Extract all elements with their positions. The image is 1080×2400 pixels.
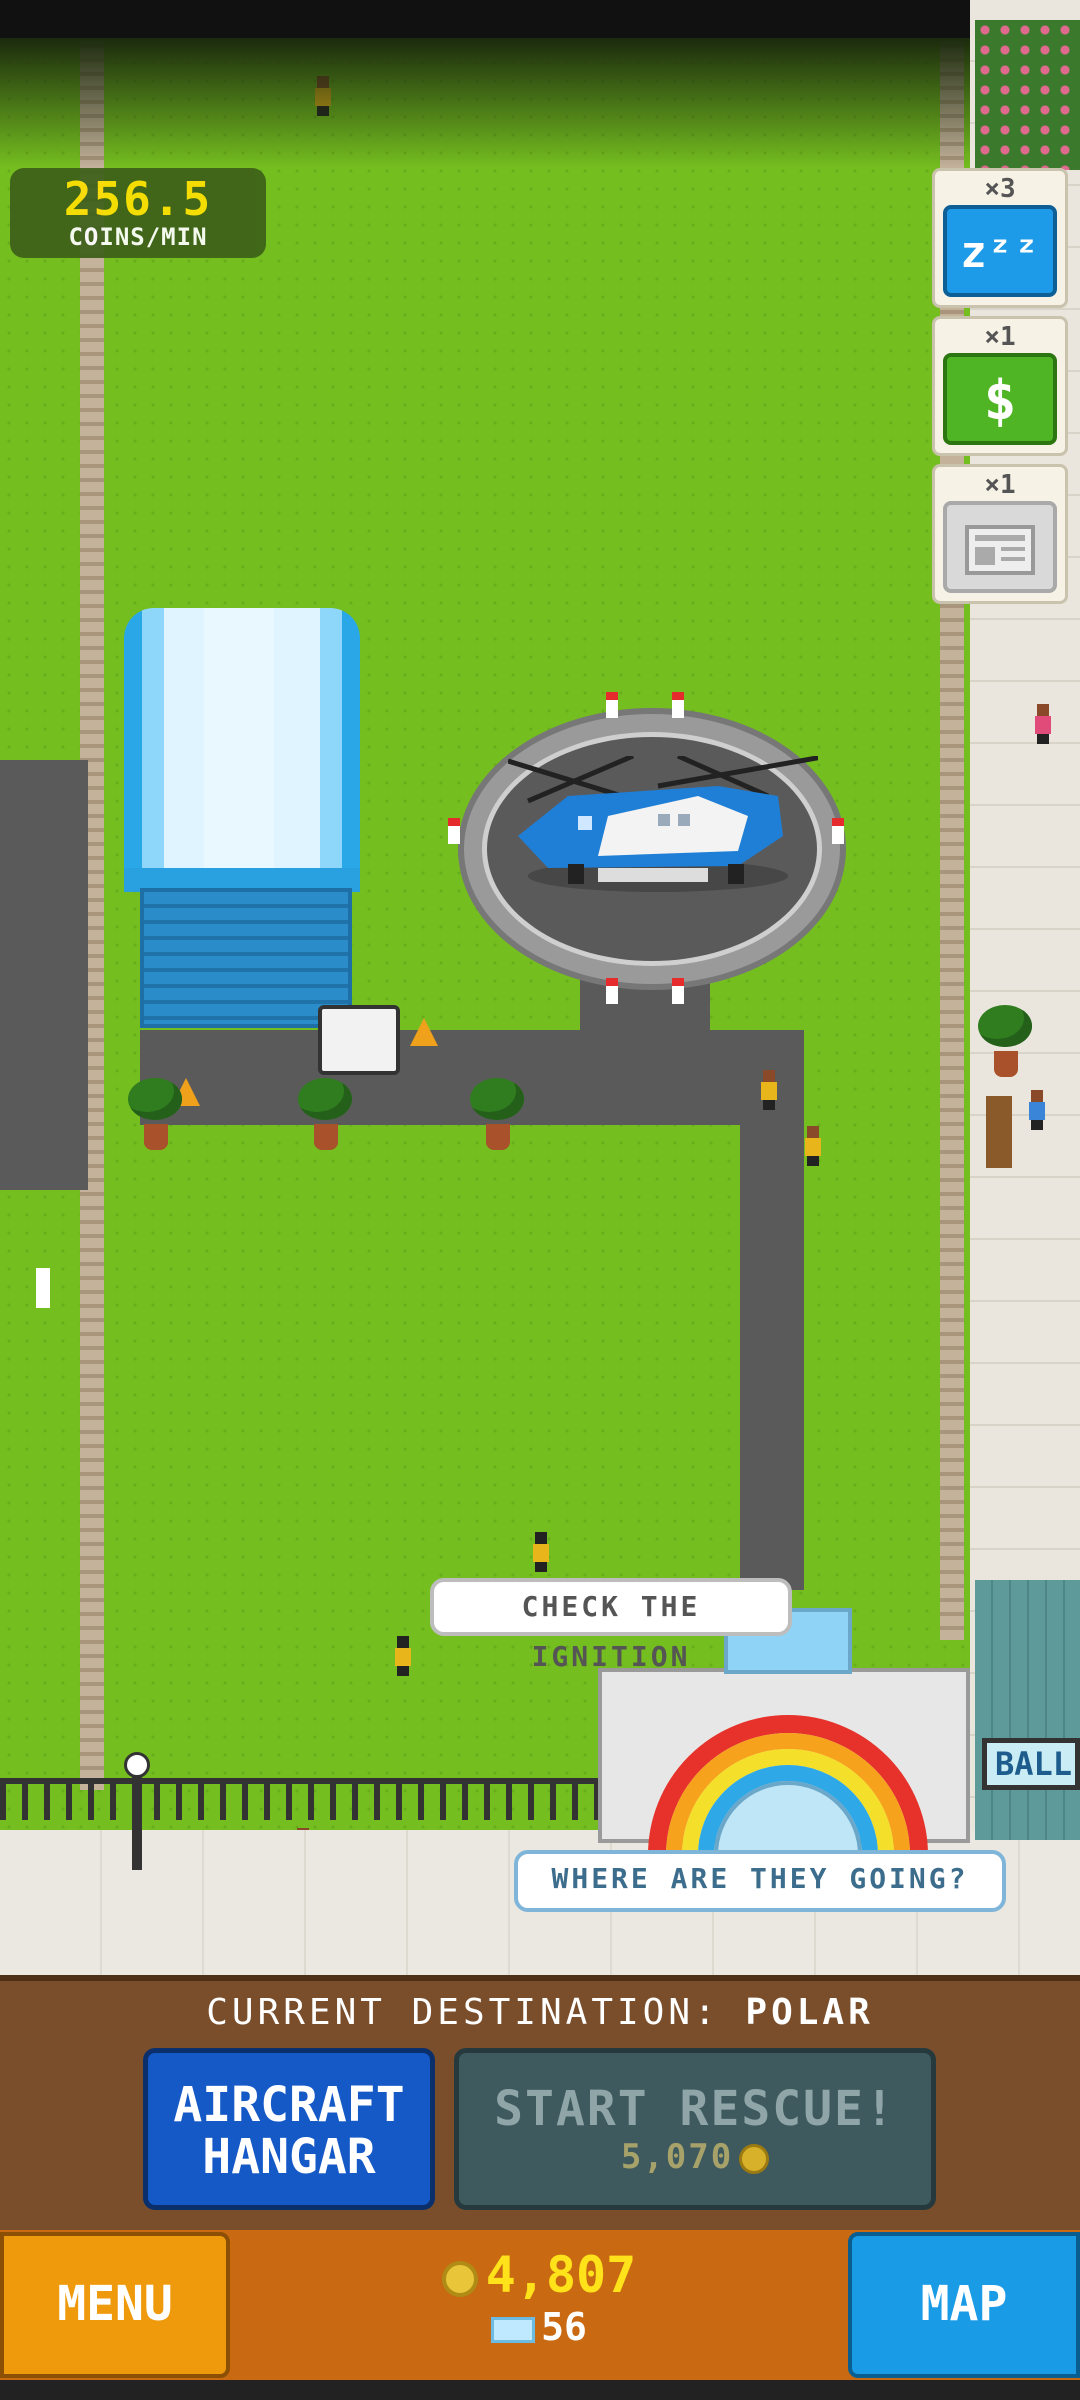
boost-count: ×1 [984,322,1016,352]
potted-tree [298,1078,352,1158]
sleep-icon[interactable]: zᶻᶻ [943,205,1057,297]
pad-light [832,818,844,844]
lamp-light [124,1752,150,1778]
helicopter[interactable] [508,756,818,906]
traffic-cone [410,1018,438,1046]
hangar-button-line1: AIRCRAFT [173,2077,405,2133]
rescue-label: START RESCUE! [494,2081,896,2137]
seagull [36,1268,50,1308]
nav-bar-area [0,2380,1080,2400]
pedestrian [1034,704,1052,744]
pedestrian [532,1532,550,1572]
status-bar-area [0,0,970,38]
service-van[interactable] [318,1005,400,1075]
left-road [0,760,88,1190]
ball-sign: BALL [982,1738,1080,1790]
gem-balance-value: 56 [541,2305,587,2349]
news-boost[interactable]: ×1 [932,464,1068,604]
dollar-icon[interactable]: $ [943,353,1057,445]
sleep-boost[interactable]: ×3 zᶻᶻ [932,168,1068,308]
flower-bed [975,20,1080,170]
pedestrian [394,1636,412,1676]
hangar-building[interactable] [124,608,360,1028]
newspaper-icon[interactable] [943,501,1057,593]
start-rescue-button[interactable]: START RESCUE! 5,070 [454,2048,936,2210]
potted-tree [470,1078,524,1158]
coin-balance-value: 4,807 [485,2246,637,2304]
coin-rate-value: 256.5 [63,172,213,226]
gem-balance: 56 [230,2304,848,2350]
potted-tree [128,1078,182,1158]
coin-balance: 4,807 [230,2246,848,2304]
pad-light [448,818,460,844]
aircraft-hangar-button[interactable]: AIRCRAFT HANGAR [143,2048,435,2210]
hangar-roof [124,608,360,878]
destination-label: CURRENT DESTINATION: [206,1992,720,2033]
pedestrian [804,1126,822,1166]
rescue-price: 5,070 [459,2137,931,2177]
gem-icon [491,2316,536,2343]
pad-light [672,692,684,718]
coin-rate-label: COINS/MIN [68,223,208,251]
wallet: 4,807 56 [230,2240,848,2370]
speech-bubble-ignition: CHECK THE IGNITION [430,1578,792,1673]
side-road [740,1030,804,1590]
bench [986,1096,1012,1168]
pedestrian [760,1070,778,1110]
iron-railing [0,1778,600,1820]
cash-boost[interactable]: ×1 $ [932,316,1068,456]
rescue-price-value: 5,070 [620,2137,734,2177]
glass-building [975,1580,1080,1840]
boost-count: ×3 [984,174,1016,204]
coin-icon [739,2143,770,2174]
current-destination: CURRENT DESTINATION: POLAR [0,1990,1080,2036]
destination-value: POLAR [745,1992,874,2033]
boost-count: ×1 [984,470,1016,500]
pedestrian [1028,1090,1046,1130]
hangar-button-line2: HANGAR [202,2129,376,2185]
top-shadow [0,38,970,168]
potted-tree [978,1005,1032,1085]
speech-bubble-destination: WHERE ARE THEY GOING? [514,1850,1006,1912]
menu-button[interactable]: MENU [0,2232,230,2378]
rainbow-arch [648,1715,928,1855]
coin-icon [441,2260,478,2297]
pad-light [606,692,618,718]
coin-rate-display: 256.5 COINS/MIN [10,168,266,258]
map-button[interactable]: MAP [848,2232,1080,2378]
pad-light [672,978,684,1004]
pad-light [606,978,618,1004]
